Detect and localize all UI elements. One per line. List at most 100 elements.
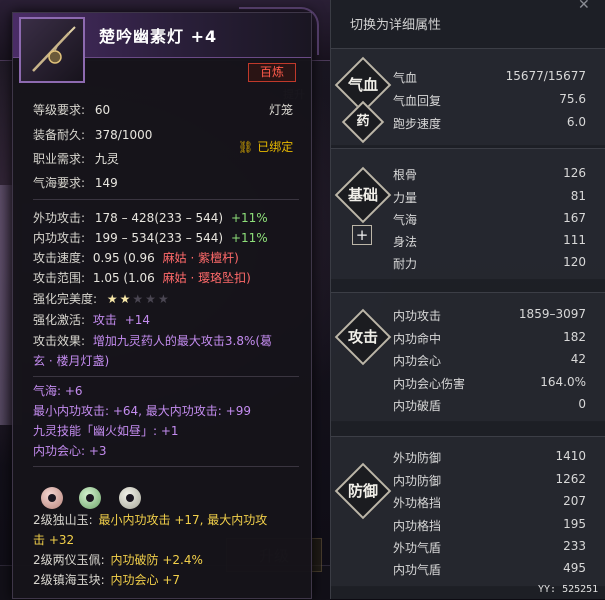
stat-value: 167 — [563, 211, 586, 225]
stat-label: 根骨 — [393, 168, 418, 182]
stat-value: 1859–3097 — [518, 307, 586, 321]
stat-label: 外功气盾 — [393, 541, 442, 555]
star-filled-icon: ★ — [119, 292, 133, 306]
star-empty-icon: ★ — [132, 292, 146, 306]
refine-activation: 强化激活: 攻击 +14 — [33, 311, 150, 328]
stat-label: 内功防御 — [393, 474, 442, 488]
stat-value: 15677/15677 — [505, 69, 586, 83]
divider — [33, 199, 299, 200]
stat-value: 199 – 534(233 – 544) — [94, 231, 224, 245]
gem-name: 2级镇海玉块: — [33, 573, 105, 587]
stat-value: 81 — [570, 189, 586, 203]
stat-bonus: +11% — [230, 211, 268, 225]
watermark: YY: 525251 — [538, 584, 599, 595]
durability: 装备耐久: 378/1000 — [33, 126, 152, 143]
class-requirement: 职业需求: 九灵 — [33, 150, 119, 167]
activate-value: 攻击 — [92, 313, 117, 327]
stat-label: 外功防御 — [393, 451, 442, 465]
bonus-line: 九灵技能「幽火如昼」: +1 — [33, 424, 179, 438]
stat-label: 内功会心伤害 — [393, 377, 466, 391]
attack-range-value: 1.05 (1.06 — [92, 271, 155, 285]
attack-speed-label: 攻击速度: — [33, 251, 86, 265]
gem-line: 2级独山玉: 最小内功攻击 +17, 最大内功攻 — [33, 511, 267, 528]
item-name: 楚吟幽素灯 +4 — [99, 27, 218, 46]
stat-label: 气血 — [393, 71, 418, 85]
stat-label: 内功格挡 — [393, 519, 442, 533]
qihai-requirement: 气海要求: 149 — [33, 174, 118, 191]
gem-name: 2级独山玉: — [33, 513, 93, 527]
stat-value: 42 — [570, 352, 586, 366]
gem-effect: 内功破防 +2.4% — [110, 553, 203, 567]
effect-label: 攻击效果: — [33, 334, 86, 348]
durability-value: 378/1000 — [94, 128, 153, 142]
stat-value: 1410 — [555, 449, 586, 463]
header-ornament — [239, 7, 319, 55]
quality-tag: 百炼 — [248, 63, 296, 82]
close-icon[interactable]: ✕ — [578, 0, 590, 13]
bonus-line: 内功会心: +3 — [33, 444, 107, 458]
stat-label: 跑步速度 — [393, 117, 442, 131]
hp-section: 气血 药 气血 15677/15677 气血回复 75.6 跑步速度 6.0 — [331, 48, 605, 146]
stat-label: 内功气盾 — [393, 563, 442, 577]
star-empty-icon: ★ — [145, 292, 158, 306]
stat-value: 75.6 — [559, 92, 586, 106]
attack-speed: 攻击速度: 0.95 (0.96 麻姑 · 紫檀杆) — [33, 249, 239, 266]
item-icon-frame — [19, 17, 85, 83]
jade-pink-icon — [41, 487, 63, 509]
potion-badge-label: 药 — [356, 114, 370, 129]
durability-label: 装备耐久: — [33, 128, 86, 142]
jade-green-icon — [79, 487, 101, 509]
add-point-button[interactable]: + — [352, 225, 372, 245]
stat-label: 外功格挡 — [393, 496, 442, 510]
stat-value: 111 — [563, 233, 586, 247]
effect-text: 增加九灵药人的最大攻击3.8%(葛 — [92, 334, 273, 348]
stat-label: 气血回复 — [393, 94, 442, 108]
attack-range-source: 麻姑 · 璎珞坠扣) — [162, 271, 251, 285]
stat-label: 力量 — [393, 191, 418, 205]
stat-row: 内功攻击: 199 – 534(233 – 544) +11% — [33, 229, 268, 246]
stat-value: 0 — [578, 397, 586, 411]
bonus-line: 最小内功攻击: +64, 最大内功攻击: +99 — [33, 404, 251, 418]
jade-white-icon — [119, 487, 141, 509]
toggle-detail-button[interactable]: 切换为详细属性 — [350, 14, 441, 33]
stat-label: 内功破盾 — [393, 399, 442, 413]
divider — [33, 466, 299, 467]
attack-speed-value: 0.95 (0.96 — [92, 251, 155, 265]
potion-badge[interactable]: 药 — [341, 100, 385, 144]
stat-label: 内功攻击 — [393, 309, 442, 323]
stat-value: 182 — [563, 330, 586, 344]
defense-section: 防御 外功防御 1410 内功防御 1262 外功格挡 207 内功格挡 195… — [331, 436, 605, 587]
attack-range: 攻击范围: 1.05 (1.06 麻姑 · 璎珞坠扣) — [33, 269, 251, 286]
lantern-staff-icon — [32, 26, 76, 72]
stat-value: 233 — [563, 539, 586, 553]
stat-value: 164.0% — [540, 375, 586, 389]
stat-label: 内功会心 — [393, 354, 442, 368]
divider — [33, 376, 299, 377]
class-req-label: 职业需求: — [33, 152, 86, 166]
level-requirement: 等级要求: 60 — [33, 101, 110, 118]
star-filled-icon: ★ — [106, 292, 120, 306]
stat-label: 身法 — [393, 235, 418, 249]
stat-value: 207 — [563, 494, 586, 508]
gem-name: 2级两仪玉佩: — [33, 553, 105, 567]
base-badge: 基础 — [334, 166, 392, 224]
gem-line: 2级镇海玉块: 内功会心 +7 — [33, 571, 180, 588]
defense-badge-label: 防御 — [347, 482, 378, 500]
refine-label: 强化完美度: — [33, 292, 98, 306]
lock-icon: ⛓ — [238, 140, 254, 154]
item-type: 灯笼 — [269, 103, 294, 117]
activate-label: 强化激活: — [33, 313, 86, 327]
base-badge-label: 基础 — [347, 186, 378, 204]
gem-effect: 内功会心 +7 — [110, 573, 181, 587]
attack-badge-label: 攻击 — [347, 328, 378, 346]
stat-value: 178 – 428(233 – 544) — [94, 211, 224, 225]
stat-label: 耐力 — [393, 257, 418, 271]
attack-effect: 攻击效果: 增加九灵药人的最大攻击3.8%(葛 — [33, 332, 272, 349]
stat-value: 495 — [563, 561, 586, 575]
activate-bonus: +14 — [124, 313, 151, 327]
stat-value: 6.0 — [566, 115, 586, 129]
stat-bonus: +11% — [230, 231, 268, 245]
attack-badge: 攻击 — [334, 308, 392, 366]
attack-speed-source: 麻姑 · 紫檀杆) — [162, 251, 239, 265]
qihai-req-label: 气海要求: — [33, 176, 86, 190]
